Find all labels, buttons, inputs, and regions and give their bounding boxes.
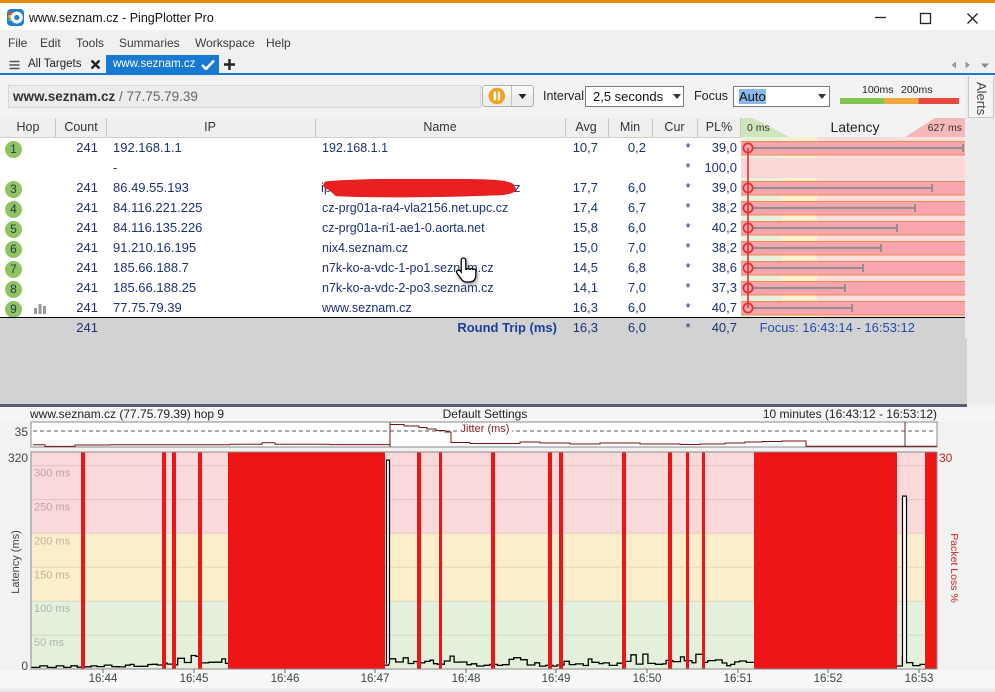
svg-text:Packet Loss %: Packet Loss % bbox=[948, 533, 960, 602]
svg-text:30: 30 bbox=[939, 451, 953, 465]
svg-text:16:45: 16:45 bbox=[180, 673, 209, 685]
svg-text:16:51: 16:51 bbox=[724, 673, 753, 685]
svg-text:16:52: 16:52 bbox=[814, 673, 843, 685]
svg-text:200 ms: 200 ms bbox=[34, 535, 71, 547]
svg-text:16:49: 16:49 bbox=[542, 673, 571, 685]
svg-text:300 ms: 300 ms bbox=[34, 468, 71, 480]
svg-text:Latency (ms): Latency (ms) bbox=[10, 530, 22, 594]
svg-text:16:46: 16:46 bbox=[271, 673, 300, 685]
svg-text:50 ms: 50 ms bbox=[34, 637, 64, 649]
svg-text:16:48: 16:48 bbox=[452, 673, 481, 685]
svg-text:Jitter (ms): Jitter (ms) bbox=[461, 423, 510, 435]
svg-text:250 ms: 250 ms bbox=[34, 502, 71, 514]
svg-text:35: 35 bbox=[15, 425, 29, 439]
svg-text:16:53: 16:53 bbox=[905, 673, 934, 685]
svg-text:16:50: 16:50 bbox=[633, 673, 662, 685]
svg-text:320: 320 bbox=[8, 451, 28, 465]
svg-text:0: 0 bbox=[21, 659, 28, 673]
svg-text:150 ms: 150 ms bbox=[34, 569, 71, 581]
svg-text:100 ms: 100 ms bbox=[34, 603, 71, 615]
svg-text:16:44: 16:44 bbox=[89, 673, 118, 685]
svg-text:16:47: 16:47 bbox=[361, 673, 390, 685]
